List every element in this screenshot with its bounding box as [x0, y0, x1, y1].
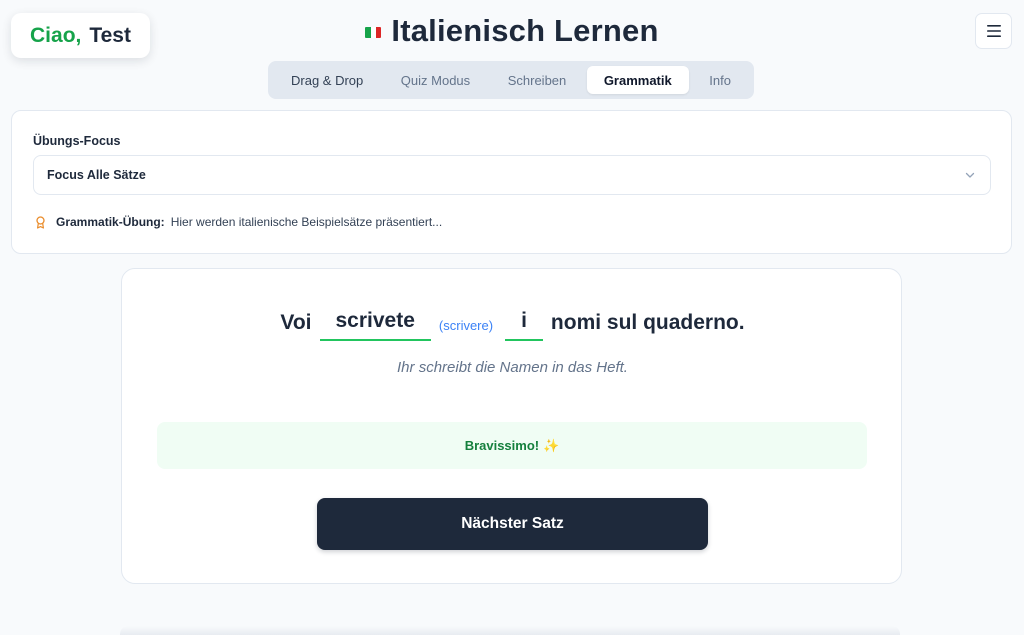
exercise-sentence: Voi scrivete (scrivere) i nomi sul quade… — [122, 307, 903, 341]
next-sentence-button[interactable]: Nächster Satz — [317, 498, 708, 550]
answer-blank-verb[interactable]: scrivete — [319, 309, 431, 341]
menu-button[interactable] — [975, 13, 1012, 49]
success-message: Bravissimo! ✨ — [157, 422, 867, 469]
exercise-card: Voi scrivete (scrivere) i nomi sul quade… — [121, 268, 902, 584]
sentence-word: Voi — [280, 311, 312, 334]
focus-card: Übungs-Focus Focus Alle Sätze Grammatik-… — [11, 110, 1012, 254]
success-text: Bravissimo! — [464, 438, 540, 453]
focus-select[interactable]: Focus Alle Sätze — [33, 155, 991, 195]
sentence-rest: nomi sul quaderno. — [550, 311, 745, 334]
info-text: Hier werden italienische Beispielsätze p… — [170, 215, 443, 229]
mode-tabs: Drag & Drop Quiz Modus Schreiben Grammat… — [268, 61, 754, 99]
page-header: Italienisch Lernen — [0, 10, 1024, 52]
focus-label: Übungs-Focus — [33, 134, 121, 148]
info-line: Grammatik-Übung: Hier werden italienisch… — [35, 215, 442, 229]
focus-select-value: Focus Alle Sätze — [47, 168, 146, 182]
info-title: Grammatik-Übung: — [56, 215, 165, 229]
tab-quiz-modus[interactable]: Quiz Modus — [384, 66, 487, 94]
chevron-down-icon — [965, 172, 975, 178]
tab-drag-drop[interactable]: Drag & Drop — [274, 66, 380, 94]
page-title: Italienisch Lernen — [391, 13, 659, 48]
hamburger-menu-icon — [986, 25, 1001, 37]
tab-schreiben[interactable]: Schreiben — [491, 66, 584, 94]
footer-edge — [120, 626, 900, 635]
italy-flag-icon — [365, 26, 382, 38]
answer-blank-article[interactable]: i — [505, 309, 543, 341]
tab-info[interactable]: Info — [692, 66, 748, 94]
tab-grammatik[interactable]: Grammatik — [586, 66, 689, 94]
award-icon — [35, 215, 46, 229]
translation-text: Ihr schreibt die Namen in das Heft. — [397, 359, 628, 376]
sparkles-icon: ✨ — [543, 437, 560, 453]
verb-hint: (scrivere) — [438, 318, 494, 333]
